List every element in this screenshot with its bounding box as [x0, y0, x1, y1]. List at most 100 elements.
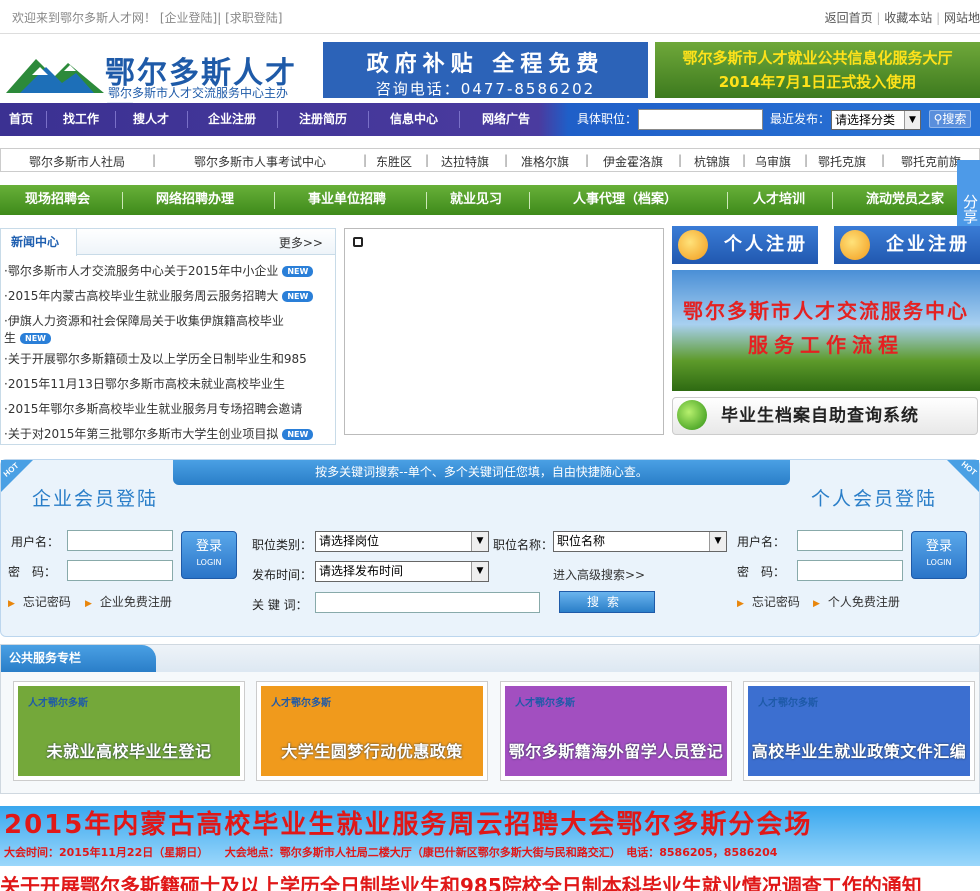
archive-query-button[interactable]: 毕业生档案自助查询系统 — [672, 397, 978, 435]
new-badge: NEW — [282, 429, 314, 440]
company-login-button[interactable]: 登录 LOGIN — [181, 531, 237, 579]
advanced-search-link[interactable]: 进入高级搜索>> — [553, 566, 645, 583]
job-name-select[interactable]: 职位名称 ▼ — [553, 531, 727, 552]
nav-divider — [187, 111, 188, 128]
link-hr-bureau[interactable]: 鄂尔多斯市人社局 — [29, 153, 125, 170]
top-bar: 欢迎来到鄂尔多斯人才网！ [企业登陆]| [求职登陆] 返回首页 | 收藏本站 … — [0, 0, 980, 34]
gnav-internship[interactable]: 就业见习 — [450, 185, 502, 215]
news-item[interactable]: ·关于对2015年第三批鄂尔多斯市大学生创业项目拟 NEW — [4, 426, 314, 443]
service-flow-banner[interactable]: 鄂尔多斯市人才交流服务中心 服务工作流程 — [672, 270, 980, 391]
news-item[interactable]: ·2015年内蒙古高校毕业生就业服务周云服务招聘大 NEW — [4, 288, 314, 305]
gnav-online-recruit[interactable]: 网络招聘办理 — [156, 185, 234, 215]
news-tab[interactable]: 新闻中心 — [1, 229, 77, 256]
position-input[interactable] — [638, 109, 763, 130]
search-button[interactable]: ⚲搜索 — [929, 110, 971, 128]
gnav-public-institution[interactable]: 事业单位招聘 — [308, 185, 386, 215]
personal-login-button[interactable]: 登录 LOGIN — [911, 531, 967, 579]
keyword-label: 关 键 词： — [252, 598, 308, 612]
personal-register-button[interactable]: 个人注册 — [672, 226, 818, 264]
service-card-label: 鄂尔多斯籍海外留学人员登记 — [508, 742, 724, 761]
nav-find-job[interactable]: 找工作 — [63, 103, 99, 136]
news-item[interactable]: ·关于开展鄂尔多斯籍硕士及以上学历全日制毕业生和985 — [4, 351, 314, 368]
service-card-policy[interactable]: 人才鄂尔多斯 高校毕业生就业政策文件汇编 — [743, 681, 975, 781]
nav-divider — [727, 192, 728, 209]
gnav-training[interactable]: 人才培训 — [753, 185, 805, 215]
link-yijinhuoluo[interactable]: 伊金霍洛旗 — [603, 153, 663, 170]
service-card-unemployed[interactable]: 人才鄂尔多斯 未就业高校毕业生登记 — [13, 681, 245, 781]
link-dalate[interactable]: 达拉特旗 — [441, 153, 489, 170]
link-zhungeer[interactable]: 准格尔旗 — [521, 153, 569, 170]
job-category-label: 职位类别： — [252, 538, 313, 552]
service-card-dream[interactable]: 人才鄂尔多斯 大学生圆梦行动优惠政策 — [256, 681, 488, 781]
company-register-button[interactable]: 企业注册 — [834, 226, 980, 264]
gnav-party-members[interactable]: 流动党员之家 — [866, 185, 944, 215]
personal-register-label: 个人注册 — [724, 234, 808, 255]
gnav-onsite-fair[interactable]: 现场招聘会 — [25, 185, 90, 215]
link-exam-center[interactable]: 鄂尔多斯市人事考试中心 — [194, 153, 326, 170]
link-wushen[interactable]: 乌审旗 — [755, 153, 791, 170]
service-card-body: 人才鄂尔多斯 大学生圆梦行动优惠政策 — [261, 686, 483, 776]
publish-time-select[interactable]: 请选择发布时间 ▼ — [315, 561, 489, 582]
nav-info-center[interactable]: 信息中心 — [390, 103, 438, 136]
news-list: ·鄂尔多斯市人才交流服务中心关于2015年中小企业 NEW ·2015年内蒙古高校… — [4, 263, 324, 451]
company-forgot-password[interactable]: ▶ 忘记密码 — [8, 593, 71, 610]
personal-username-input[interactable] — [797, 530, 903, 551]
news-more-link[interactable]: 更多>> — [279, 234, 323, 251]
category-select-value: 请选择分类 — [835, 113, 896, 127]
job-category-select[interactable]: 请选择岗位 ▼ — [315, 531, 489, 552]
personal-password-input[interactable] — [797, 560, 903, 581]
news-item[interactable]: ·鄂尔多斯市人才交流服务中心关于2015年中小企业 NEW — [4, 263, 314, 280]
news-item[interactable]: ·2015年鄂尔多斯高校毕业生就业服务月专场招聘会邀请 — [4, 401, 314, 418]
search-submit-button[interactable]: 搜索 — [559, 591, 655, 613]
link-hangjin[interactable]: 杭锦旗 — [694, 153, 730, 170]
gnav-personnel-agency[interactable]: 人事代理（档案） — [573, 185, 677, 215]
company-free-register[interactable]: ▶ 企业免费注册 — [85, 593, 172, 610]
link-etuokeqian[interactable]: 鄂托克前旗 — [901, 153, 961, 170]
personal-free-register[interactable]: ▶ 个人免费注册 — [813, 593, 900, 610]
welcome-text: 欢迎来到鄂尔多斯人才网！ — [12, 11, 157, 25]
company-login-link[interactable]: [企业登陆] — [160, 11, 217, 25]
link-etuoke[interactable]: 鄂托克旗 — [818, 153, 866, 170]
favorite-link[interactable]: 收藏本站 — [884, 11, 932, 25]
nav-home[interactable]: 首页 — [9, 103, 33, 136]
new-badge: NEW — [20, 333, 51, 344]
logo-subtitle: 鄂尔多斯市人才交流服务中心主办 — [108, 86, 289, 100]
keyword-input[interactable] — [315, 592, 540, 613]
personal-forgot-password[interactable]: ▶ 忘记密码 — [737, 593, 800, 610]
flow-banner-line1: 鄂尔多斯市人才交流服务中心 — [683, 299, 969, 323]
position-label: 具体职位： — [577, 112, 638, 126]
home-link[interactable]: 返回首页 — [825, 11, 873, 25]
nav-register-resume[interactable]: 注册简历 — [299, 103, 347, 136]
site-logo[interactable]: 鄂尔多斯人才网 鄂尔多斯市人才交流服务中心主办 — [0, 40, 315, 135]
service-hall-banner[interactable]: 鄂尔多斯市人才就业公共信息化服务大厅 2014年7月1日正式投入使用 — [655, 42, 980, 98]
job-name-label: 职位名称： — [493, 538, 554, 552]
subsidy-banner[interactable]: 政府补贴 全程免费 咨询电话：0477-8586202 — [323, 42, 648, 98]
company-password-input[interactable] — [67, 560, 173, 581]
nav-company-register[interactable]: 企业注册 — [208, 103, 256, 136]
nav-search-talent[interactable]: 搜人才 — [133, 103, 169, 136]
company-username-input[interactable] — [67, 530, 173, 551]
hot-ribbon-icon: HOT — [1, 460, 33, 492]
main-nav: 首页 找工作 搜人才 企业注册 注册简历 信息中心 网络广告 具体职位： 最近发… — [0, 103, 980, 136]
news-item[interactable]: ·伊旗人力资源和社会保障局关于收集伊旗籍高校毕业生 NEW — [4, 313, 289, 347]
link-dongsheng[interactable]: 东胜区 — [376, 153, 412, 170]
seeker-login-link[interactable]: [求职登陆] — [225, 11, 282, 25]
service-card-overseas[interactable]: 人才鄂尔多斯 鄂尔多斯籍海外留学人员登记 — [500, 681, 732, 781]
company-password-label: 密 码： — [8, 565, 57, 579]
region-links: 鄂尔多斯市人社局 | 鄂尔多斯市人事考试中心 | 东胜区 | 达拉特旗 | 准格… — [0, 148, 980, 172]
chevron-down-icon: ▼ — [904, 111, 920, 129]
personal-username-label: 用户名： — [737, 535, 786, 549]
notice-ticker[interactable]: 关于开展鄂尔多斯籍硕士及以上学历全日制毕业生和985院校全日制本科毕业生就业情况… — [0, 873, 980, 891]
news-item[interactable]: ·2015年11月13日鄂尔多斯市高校未就业高校毕业生 — [4, 376, 314, 393]
nav-divider — [46, 111, 47, 128]
service-logo: 人才鄂尔多斯 — [28, 698, 88, 709]
category-select[interactable]: 请选择分类 ▼ — [831, 110, 921, 130]
job-fair-banner[interactable]: 2015年内蒙古高校毕业生就业服务周云招聘大会鄂尔多斯分会场 大会时间：2015… — [0, 806, 980, 866]
chevron-down-icon: ▼ — [471, 562, 488, 581]
sitemap-link[interactable]: 网站地 — [944, 11, 980, 25]
arrow-right-icon: ▶ — [85, 599, 92, 609]
service-card-body: 人才鄂尔多斯 鄂尔多斯籍海外留学人员登记 — [505, 686, 727, 776]
nav-divider — [368, 111, 369, 128]
public-service-panel: 公共服务专栏 人才鄂尔多斯 未就业高校毕业生登记 人才鄂尔多斯 大学生圆梦行动优… — [0, 644, 980, 794]
nav-online-ads[interactable]: 网络广告 — [482, 103, 530, 136]
